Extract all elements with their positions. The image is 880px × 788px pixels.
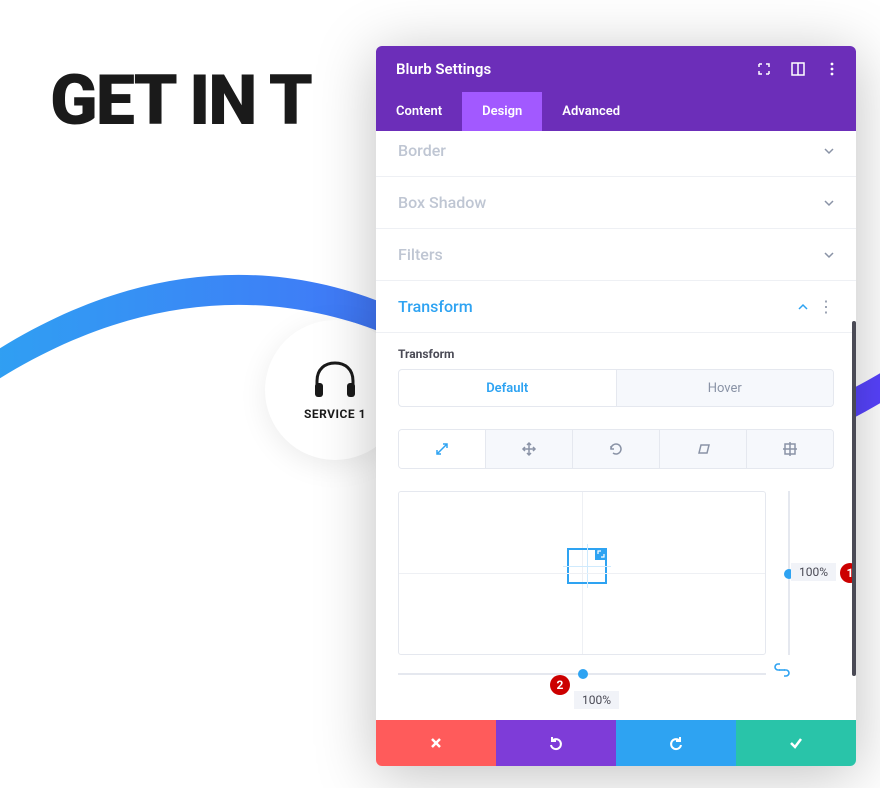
link-axes-icon[interactable] — [774, 662, 790, 681]
modal-header: Blurb Settings — [376, 46, 856, 92]
transform-preview-box[interactable] — [567, 548, 607, 584]
transform-body: Transform Default Hover — [376, 333, 856, 720]
page-heading: GET IN T — [50, 60, 311, 142]
settings-modal: Blurb Settings Content Design Advanced B… — [376, 46, 856, 766]
modal-footer — [376, 720, 856, 766]
preview-cross-v — [587, 544, 588, 588]
modal-body: Border Box Shadow Filters Transform ⋮ Tr… — [376, 131, 856, 720]
state-tab-hover[interactable]: Hover — [616, 370, 834, 406]
transform-tool-row — [398, 429, 834, 469]
annotation-marker-2[interactable]: 2 — [550, 675, 570, 695]
tool-rotate[interactable] — [572, 430, 659, 468]
section-filters[interactable]: Filters — [376, 229, 856, 281]
page-stage: GET IN T SERVICE 1 Blurb Settings — [0, 0, 880, 788]
vertical-scale-value[interactable]: 100% — [791, 563, 836, 581]
columns-icon[interactable] — [790, 61, 806, 77]
tab-advanced[interactable]: Advanced — [542, 92, 640, 131]
section-box-shadow[interactable]: Box Shadow — [376, 177, 856, 229]
chevron-down-icon — [824, 250, 834, 260]
save-button[interactable] — [736, 720, 856, 766]
transform-grid[interactable] — [398, 491, 766, 655]
section-title: Box Shadow — [398, 193, 486, 212]
section-border[interactable]: Border — [376, 131, 856, 177]
tool-scale[interactable] — [399, 430, 485, 468]
tool-skew[interactable] — [659, 430, 746, 468]
tool-origin[interactable] — [746, 430, 833, 468]
scrollbar-thumb[interactable] — [852, 321, 856, 676]
kebab-icon[interactable]: ⋮ — [818, 299, 834, 315]
state-tab-default[interactable]: Default — [399, 370, 616, 406]
section-title: Transform — [398, 297, 473, 316]
chevron-down-icon — [824, 146, 834, 156]
modal-title: Blurb Settings — [396, 60, 491, 78]
transform-pad: 100% 100% 1 2 — [398, 491, 834, 691]
kebab-icon[interactable] — [824, 61, 840, 77]
horizontal-scale-value[interactable]: 100% — [574, 691, 619, 709]
redo-button[interactable] — [616, 720, 736, 766]
chevron-up-icon — [798, 302, 808, 312]
headphone-icon — [311, 359, 359, 399]
tab-design[interactable]: Design — [462, 92, 542, 131]
section-title: Filters — [398, 245, 443, 264]
tool-translate[interactable] — [485, 430, 572, 468]
tab-content[interactable]: Content — [376, 92, 462, 131]
chevron-down-icon — [824, 198, 834, 208]
modal-tabs: Content Design Advanced — [376, 92, 856, 131]
section-title: Border — [398, 141, 446, 160]
undo-button[interactable] — [496, 720, 616, 766]
state-tabs: Default Hover — [398, 369, 834, 407]
cancel-button[interactable] — [376, 720, 496, 766]
expand-icon[interactable] — [756, 61, 772, 77]
transform-label: Transform — [398, 347, 834, 361]
section-transform[interactable]: Transform ⋮ — [376, 281, 856, 333]
horizontal-scale-thumb[interactable] — [578, 669, 588, 679]
service-label: SERVICE 1 — [304, 407, 366, 421]
scale-handle-icon[interactable] — [595, 548, 607, 560]
